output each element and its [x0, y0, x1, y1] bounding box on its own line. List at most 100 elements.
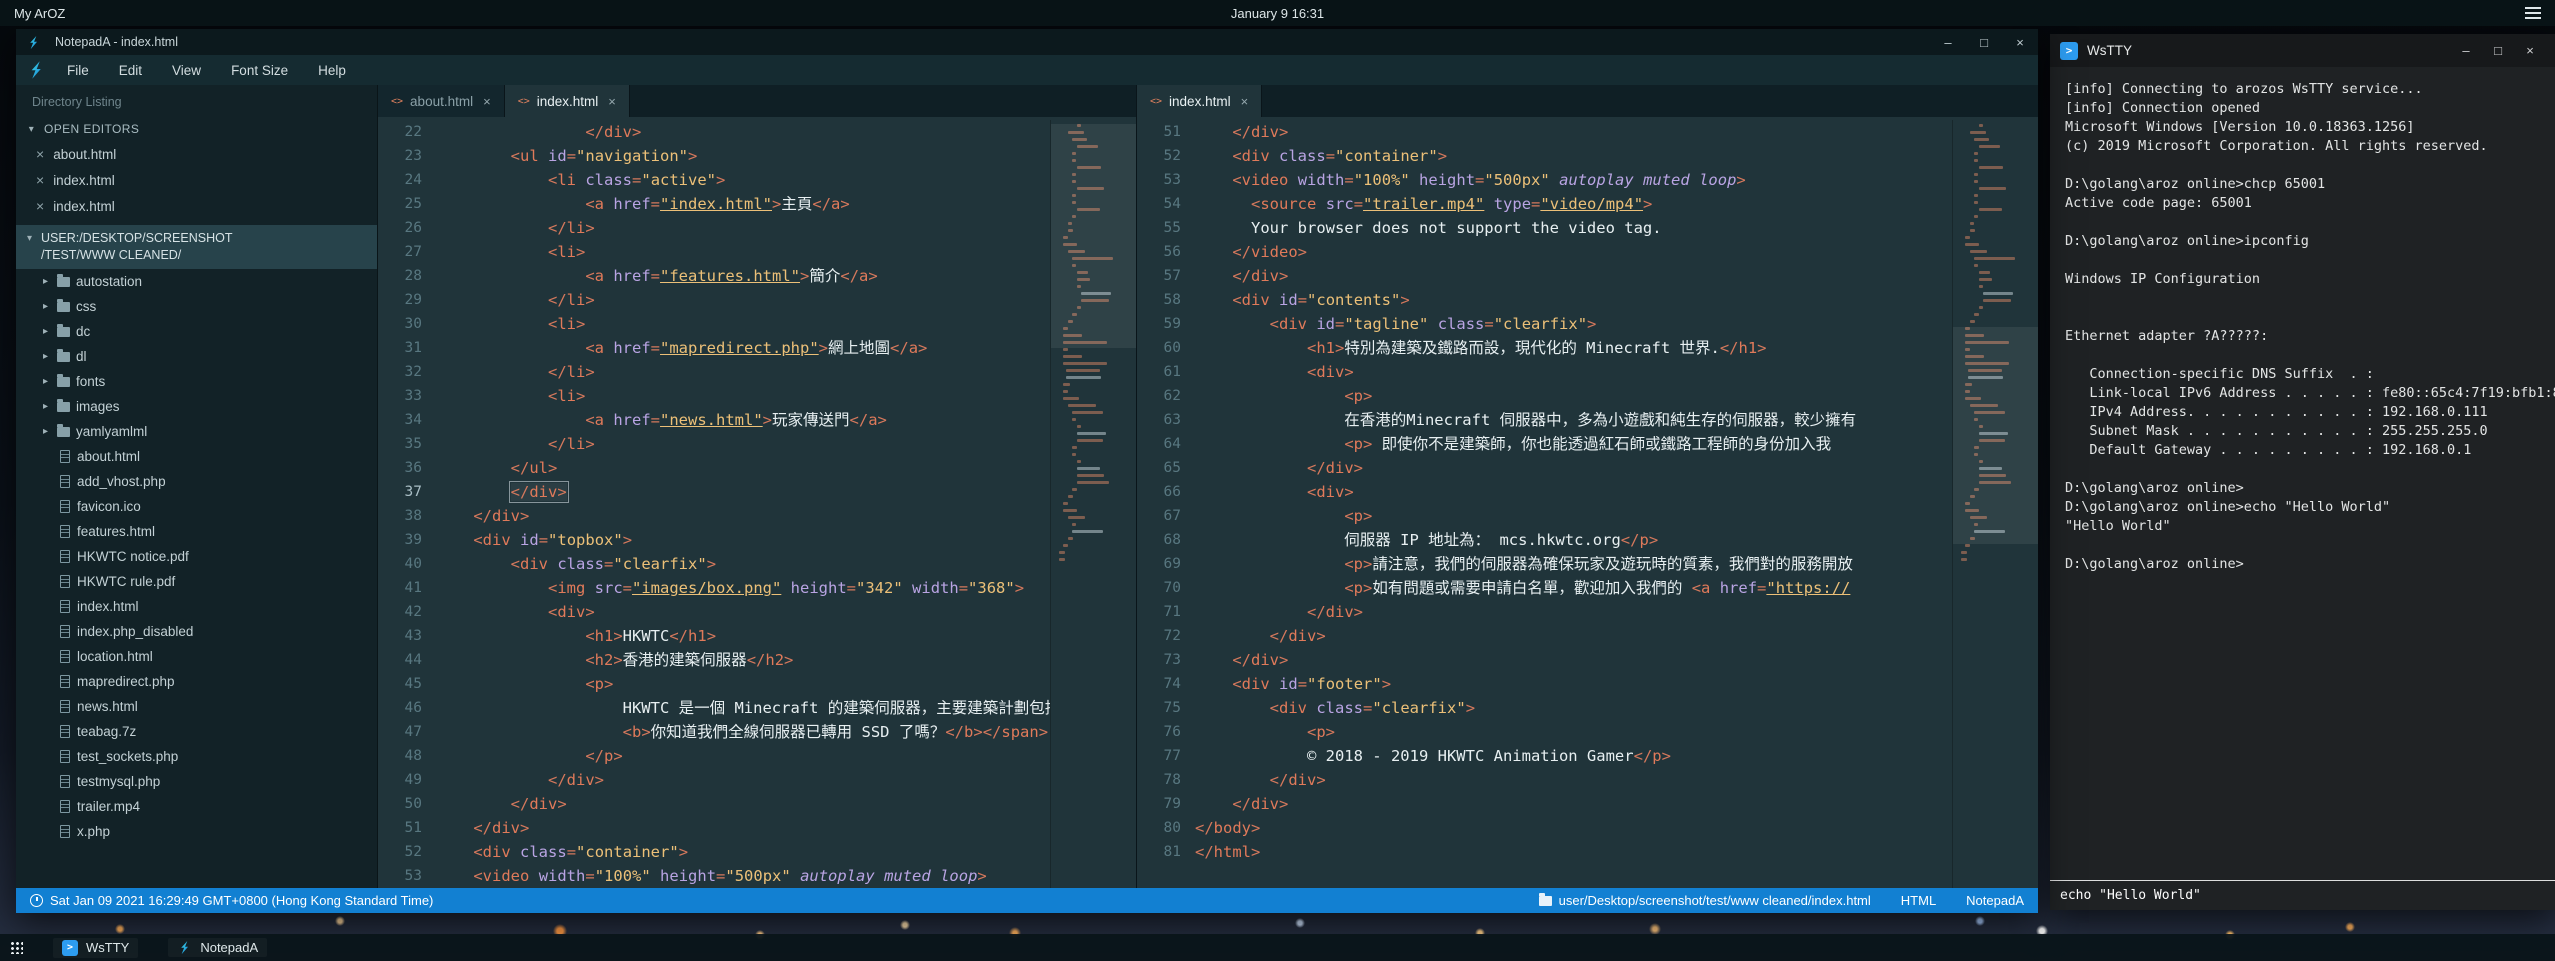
tab-index.html[interactable]: <>index.html×	[505, 85, 630, 117]
close-button[interactable]: ×	[2515, 34, 2545, 67]
workspace-root-folder[interactable]: ▾ USER:/DESKTOP/SCREENSHOT /TEST/WWW CLE…	[16, 225, 377, 269]
code-line-31[interactable]: <a href="mapredirect.php">網上地圖</a>	[436, 336, 1050, 360]
code-line-42[interactable]: <div>	[436, 600, 1050, 624]
code-line-74[interactable]: <div id="footer">	[1195, 672, 1952, 696]
code-line-22[interactable]: </div>	[436, 120, 1050, 144]
code-line-38[interactable]: </div>	[436, 504, 1050, 528]
code-line-76[interactable]: <p>	[1195, 720, 1952, 744]
code-line-60[interactable]: <h1>特別為建築及鐵路而設，現代化的 Minecraft 世界.</h1>	[1195, 336, 1952, 360]
taskbar-item-notepada[interactable]: NotepadA	[168, 938, 267, 957]
code-line-57[interactable]: </div>	[1195, 264, 1952, 288]
hamburger-menu-icon[interactable]	[2525, 12, 2541, 14]
tab-about.html[interactable]: <>about.html×	[378, 85, 505, 117]
folder-item[interactable]: ▸dl	[16, 344, 377, 369]
terminal-output[interactable]: [info] Connecting to arozos WsTTY servic…	[2050, 67, 2555, 880]
code-line-51[interactable]: </div>	[436, 816, 1050, 840]
code-line-68[interactable]: 伺服器 IP 地址為： mcs.hkwtc.org</p>	[1195, 528, 1952, 552]
code-line-77[interactable]: © 2018 - 2019 HKWTC Animation Gamer</p>	[1195, 744, 1952, 768]
code-line-30[interactable]: <li>	[436, 312, 1050, 336]
folder-item[interactable]: ▸images	[16, 394, 377, 419]
code-editor-right[interactable]: </div> <div class="container"> <video wi…	[1195, 120, 1952, 888]
folder-item[interactable]: ▸dc	[16, 319, 377, 344]
code-line-28[interactable]: <a href="features.html">簡介</a>	[436, 264, 1050, 288]
code-line-43[interactable]: <h1>HKWTC</h1>	[436, 624, 1050, 648]
menu-help[interactable]: Help	[303, 55, 361, 85]
status-language[interactable]: HTML	[1901, 893, 1936, 908]
open-editors-header[interactable]: ▾ OPEN EDITORS	[16, 117, 377, 141]
code-line-53[interactable]: <video width="100%" height="500px" autop…	[1195, 168, 1952, 192]
maximize-button[interactable]: □	[2483, 34, 2513, 67]
code-line-53[interactable]: <video width="100%" height="500px" autop…	[436, 864, 1050, 888]
code-line-72[interactable]: </div>	[1195, 624, 1952, 648]
file-item[interactable]: HKWTC rule.pdf	[16, 569, 377, 594]
code-line-27[interactable]: <li>	[436, 240, 1050, 264]
code-line-41[interactable]: <img src="images/box.png" height="342" w…	[436, 576, 1050, 600]
code-line-71[interactable]: </div>	[1195, 600, 1952, 624]
code-line-69[interactable]: <p>請注意，我們的伺服器為確保玩家及遊玩時的質素，我們對的服務開放	[1195, 552, 1952, 576]
folder-item[interactable]: ▸autostation	[16, 269, 377, 294]
code-line-24[interactable]: <li class="active">	[436, 168, 1050, 192]
code-line-37[interactable]: </div>	[436, 480, 1050, 504]
app-launcher-grid-icon[interactable]	[10, 941, 23, 954]
file-item[interactable]: favicon.ico	[16, 494, 377, 519]
file-item[interactable]: news.html	[16, 694, 377, 719]
folder-item[interactable]: ▸yamlyamlml	[16, 419, 377, 444]
code-line-61[interactable]: <div>	[1195, 360, 1952, 384]
code-line-56[interactable]: </video>	[1195, 240, 1952, 264]
code-line-25[interactable]: <a href="index.html">主頁</a>	[436, 192, 1050, 216]
file-item[interactable]: mapredirect.php	[16, 669, 377, 694]
file-item[interactable]: about.html	[16, 444, 377, 469]
close-button[interactable]: ×	[2002, 29, 2038, 55]
tab-close-icon[interactable]: ×	[483, 94, 491, 109]
menu-font-size[interactable]: Font Size	[216, 55, 303, 85]
file-item[interactable]: trailer.mp4	[16, 794, 377, 819]
folder-item[interactable]: ▸css	[16, 294, 377, 319]
tab-close-icon[interactable]: ×	[1241, 94, 1249, 109]
code-line-67[interactable]: <p>	[1195, 504, 1952, 528]
taskbar-item-wstty[interactable]: > WsTTY	[53, 938, 138, 958]
file-item[interactable]: index.php_disabled	[16, 619, 377, 644]
code-line-46[interactable]: HKWTC 是一個 Minecraft 的建築伺服器，主要建築計劃包括鐵路	[436, 696, 1050, 720]
folder-item[interactable]: ▸fonts	[16, 369, 377, 394]
file-item[interactable]: testmysql.php	[16, 769, 377, 794]
code-line-62[interactable]: <p>	[1195, 384, 1952, 408]
terminal-input[interactable]: echo "Hello World"	[2050, 880, 2555, 910]
file-item[interactable]: location.html	[16, 644, 377, 669]
code-line-32[interactable]: </li>	[436, 360, 1050, 384]
code-line-79[interactable]: </div>	[1195, 792, 1952, 816]
file-item[interactable]: features.html	[16, 519, 377, 544]
minimap-right[interactable]	[1952, 120, 2038, 888]
code-line-39[interactable]: <div id="topbox">	[436, 528, 1050, 552]
code-line-26[interactable]: </li>	[436, 216, 1050, 240]
status-file-path-item[interactable]: user/Desktop/screenshot/test/www cleaned…	[1539, 893, 1871, 908]
file-item[interactable]: HKWTC notice.pdf	[16, 544, 377, 569]
notepada-titlebar[interactable]: NotepadA - index.html – □ ×	[16, 29, 2038, 55]
code-line-75[interactable]: <div class="clearfix">	[1195, 696, 1952, 720]
code-line-59[interactable]: <div id="tagline" class="clearfix">	[1195, 312, 1952, 336]
file-item[interactable]: index.html	[16, 594, 377, 619]
wstty-titlebar[interactable]: > WsTTY – □ ×	[2050, 34, 2555, 67]
minimap-viewport[interactable]	[1051, 124, 1136, 348]
code-line-40[interactable]: <div class="clearfix">	[436, 552, 1050, 576]
menu-edit[interactable]: Edit	[104, 55, 157, 85]
code-line-33[interactable]: <li>	[436, 384, 1050, 408]
close-icon[interactable]: ×	[36, 147, 44, 161]
tab-close-icon[interactable]: ×	[608, 94, 616, 109]
code-line-34[interactable]: <a href="news.html">玩家傳送門</a>	[436, 408, 1050, 432]
code-line-70[interactable]: <p>如有問題或需要申請白名單，歡迎加入我們的 <a href="https:/…	[1195, 576, 1952, 600]
code-line-50[interactable]: </div>	[436, 792, 1050, 816]
maximize-button[interactable]: □	[1966, 29, 2002, 55]
minimize-button[interactable]: –	[1930, 29, 1966, 55]
code-line-78[interactable]: </div>	[1195, 768, 1952, 792]
code-line-52[interactable]: <div class="container">	[436, 840, 1050, 864]
menu-view[interactable]: View	[157, 55, 216, 85]
open-editor-item[interactable]: ×index.html	[16, 167, 377, 193]
code-line-23[interactable]: <ul id="navigation">	[436, 144, 1050, 168]
code-line-48[interactable]: </p>	[436, 744, 1050, 768]
code-line-73[interactable]: </div>	[1195, 648, 1952, 672]
code-line-45[interactable]: <p>	[436, 672, 1050, 696]
minimize-button[interactable]: –	[2451, 34, 2481, 67]
code-line-52[interactable]: <div class="container">	[1195, 144, 1952, 168]
code-line-55[interactable]: Your browser does not support the video …	[1195, 216, 1952, 240]
file-item[interactable]: teabag.7z	[16, 719, 377, 744]
